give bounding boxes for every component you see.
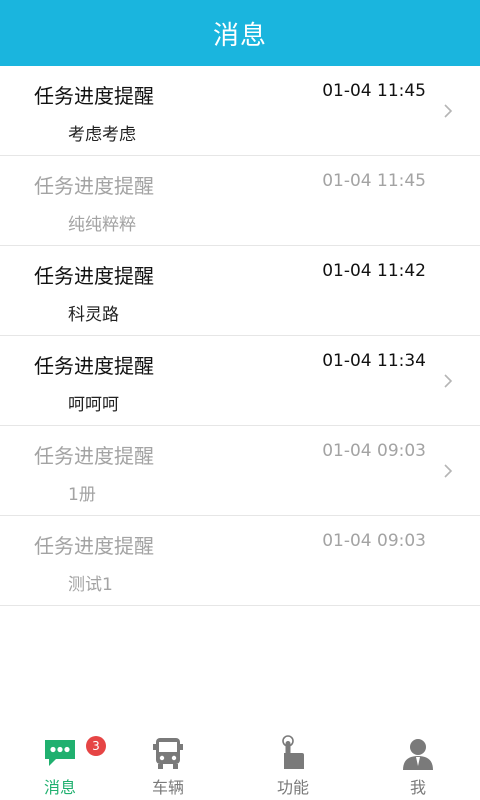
unread-badge: 3 — [86, 736, 106, 756]
tab-functions[interactable]: 功能 — [233, 728, 353, 800]
message-title: 任务进度提醒 — [34, 534, 154, 558]
message-body: 测试1 — [68, 575, 113, 595]
message-title: 任务进度提醒 — [34, 264, 154, 288]
tab-vehicles[interactable]: 车辆 — [108, 728, 228, 800]
tab-me[interactable]: 我 — [358, 728, 478, 800]
message-time: 01-04 09:03 — [322, 441, 426, 461]
message-time: 01-04 11:42 — [322, 261, 426, 281]
message-title: 任务进度提醒 — [34, 84, 154, 108]
message-row[interactable]: 任务进度提醒 01-04 09:03 测试1 — [0, 516, 480, 606]
app-header: 消息 — [0, 0, 480, 66]
message-time: 01-04 11:45 — [322, 171, 426, 191]
tab-label: 我 — [409, 778, 426, 797]
tab-messages[interactable]: 消息 3 — [0, 728, 120, 800]
message-body: 1册 — [68, 485, 96, 505]
message-time: 01-04 09:03 — [322, 531, 426, 551]
tab-label: 功能 — [276, 778, 309, 797]
message-row[interactable]: 任务进度提醒 01-04 11:42 科灵路 — [0, 246, 480, 336]
bus-icon — [148, 734, 188, 772]
chevron-right-icon — [444, 374, 453, 388]
tab-label: 车辆 — [151, 778, 184, 797]
message-body: 考虑考虑 — [68, 125, 136, 145]
tab-label: 消息 — [43, 778, 76, 797]
chevron-right-icon — [444, 104, 453, 118]
message-row[interactable]: 任务进度提醒 01-04 09:03 1册 — [0, 426, 480, 516]
message-title: 任务进度提醒 — [34, 174, 154, 198]
page-title: 消息 — [212, 20, 267, 51]
message-row[interactable]: 任务进度提醒 01-04 11:45 纯纯粹粹 — [0, 156, 480, 246]
chevron-right-icon — [444, 464, 453, 478]
messages-screen: 消息 任务进度提醒 01-04 11:45 考虑考虑 任务进度提醒 01-04 … — [0, 0, 480, 800]
pointing-hand-icon — [273, 734, 313, 772]
message-row[interactable]: 任务进度提醒 01-04 11:45 考虑考虑 — [0, 66, 480, 156]
message-time: 01-04 11:45 — [322, 81, 426, 101]
bottom-tab-bar: 消息 3 车辆 功能 我 — [0, 728, 480, 800]
message-row[interactable]: 任务进度提醒 01-04 11:34 呵呵呵 — [0, 336, 480, 426]
person-icon — [398, 734, 438, 772]
message-body: 呵呵呵 — [68, 395, 119, 415]
message-title: 任务进度提醒 — [34, 354, 154, 378]
message-body: 科灵路 — [68, 305, 119, 325]
chat-bubble-icon — [40, 734, 80, 772]
message-time: 01-04 11:34 — [322, 351, 426, 371]
message-list: 任务进度提醒 01-04 11:45 考虑考虑 任务进度提醒 01-04 11:… — [0, 66, 480, 606]
message-title: 任务进度提醒 — [34, 444, 154, 468]
message-body: 纯纯粹粹 — [68, 215, 136, 235]
